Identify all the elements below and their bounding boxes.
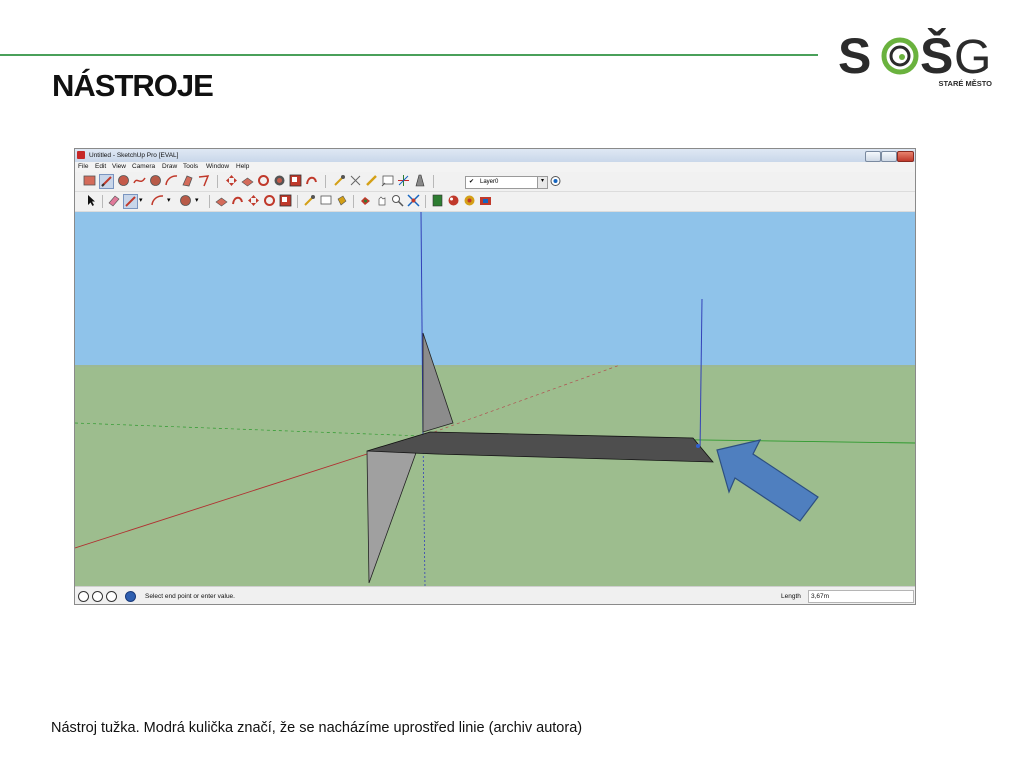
layer-manager-icon[interactable] xyxy=(549,174,562,187)
toolbar-edit: ▾ ▾ ▾ xyxy=(75,192,915,212)
shapes-icon[interactable] xyxy=(179,194,192,207)
help-icon[interactable] xyxy=(125,591,136,602)
tape-tool-icon[interactable] xyxy=(303,194,316,207)
shapes-dropdown-chevron-icon[interactable]: ▾ xyxy=(195,196,208,209)
scale-tool-icon[interactable] xyxy=(279,194,292,207)
rotate-icon[interactable] xyxy=(257,174,270,187)
window-title: Untitled - SketchUp Pro [EVAL] xyxy=(89,152,179,159)
materials-icon[interactable] xyxy=(447,194,460,207)
title-bar: Untitled - SketchUp Pro [EVAL] xyxy=(75,149,915,162)
slide-caption: Nástroj tužka. Modrá kulička značí, že s… xyxy=(51,720,583,736)
styles-icon[interactable] xyxy=(463,194,476,207)
layer-select[interactable]: ✔ Layer0 xyxy=(465,176,543,189)
pencil-icon[interactable] xyxy=(99,174,114,189)
layer-name: Layer0 xyxy=(480,179,499,185)
layer-dropdown-button[interactable]: ▾ xyxy=(537,176,548,189)
text-icon[interactable] xyxy=(381,174,394,187)
3d-text-icon[interactable] xyxy=(413,174,426,187)
menu-window[interactable]: Window xyxy=(206,163,229,170)
midpoint-marker xyxy=(696,444,700,448)
rectangle-icon[interactable] xyxy=(83,174,96,187)
zoom-extents-icon[interactable] xyxy=(407,194,420,207)
status-bar: Select end point or enter value. Length … xyxy=(75,586,915,604)
protractor-icon[interactable] xyxy=(365,174,378,187)
logo-letter-g: G xyxy=(954,31,991,84)
warehouse-icon[interactable] xyxy=(479,194,492,207)
move-tool-icon[interactable] xyxy=(215,194,228,207)
minimize-button[interactable] xyxy=(865,151,881,162)
logo-subtitle: STARÉ MĚSTO xyxy=(939,79,993,88)
menu-help[interactable]: Help xyxy=(236,163,249,170)
menu-bar: File Edit View Camera Draw Tools Window … xyxy=(75,162,915,172)
axes-icon[interactable] xyxy=(397,174,410,187)
layer-check-icon: ✔ xyxy=(469,179,475,185)
maximize-button[interactable] xyxy=(881,151,897,162)
followme-icon[interactable] xyxy=(197,174,210,187)
menu-edit[interactable]: Edit xyxy=(95,163,106,170)
tape-measure-icon[interactable] xyxy=(333,174,346,187)
move-arrows-icon[interactable] xyxy=(247,194,260,207)
arc-icon[interactable] xyxy=(165,174,178,187)
freehand-icon[interactable] xyxy=(133,174,146,187)
measurement-value: 3,67m xyxy=(811,593,830,600)
slide-title: NÁSTROJE xyxy=(52,68,214,103)
menu-view[interactable]: View xyxy=(112,163,126,170)
eraser-icon[interactable] xyxy=(107,194,120,207)
zoom-icon[interactable] xyxy=(391,194,404,207)
close-button[interactable] xyxy=(897,151,914,162)
followme-tool-icon[interactable] xyxy=(305,174,318,187)
ground xyxy=(75,365,915,586)
school-logo: S Š G STARÉ MĚSTO xyxy=(838,27,993,88)
components-icon[interactable] xyxy=(431,194,444,207)
header-rule xyxy=(0,54,818,56)
measurement-input[interactable]: 3,67m xyxy=(808,590,914,603)
pushpull-tool-icon[interactable] xyxy=(241,174,254,187)
menu-tools[interactable]: Tools xyxy=(183,163,198,170)
pan-icon[interactable] xyxy=(375,194,388,207)
user-icon[interactable] xyxy=(106,591,117,602)
rotate-tool-icon[interactable] xyxy=(231,194,244,207)
credits-icon[interactable] xyxy=(92,591,103,602)
menu-camera[interactable]: Camera xyxy=(132,163,155,170)
arc-tool-icon[interactable] xyxy=(151,194,164,207)
geo-location-icon[interactable] xyxy=(78,591,89,602)
offset-icon[interactable] xyxy=(273,174,286,187)
menu-file[interactable]: File xyxy=(78,163,88,170)
pencil-active-icon[interactable] xyxy=(123,194,138,209)
paint-bucket-icon[interactable] xyxy=(335,194,348,207)
select-icon[interactable] xyxy=(85,194,98,207)
scale-icon[interactable] xyxy=(289,174,302,187)
toolbar-drawing: ✔ Layer0 ▾ xyxy=(75,172,915,192)
pushpull-icon[interactable] xyxy=(181,174,194,187)
logo-letter-s: S xyxy=(838,28,871,84)
sketchup-window: Untitled - SketchUp Pro [EVAL] File Edit… xyxy=(74,148,916,605)
3d-viewport[interactable] xyxy=(75,212,915,586)
dimension-icon[interactable] xyxy=(349,174,362,187)
orbit-icon[interactable] xyxy=(359,194,372,207)
sketchup-app-icon xyxy=(77,151,85,159)
text-tool-icon[interactable] xyxy=(319,194,332,207)
orbit-tool-icon[interactable] xyxy=(263,194,276,207)
measurement-label: Length xyxy=(781,593,801,600)
circle-icon[interactable] xyxy=(117,174,130,187)
logo-letter-s-caron: Š xyxy=(920,27,953,84)
polygon-icon[interactable] xyxy=(149,174,162,187)
move-icon[interactable] xyxy=(225,174,238,187)
menu-draw[interactable]: Draw xyxy=(162,163,177,170)
status-hint: Select end point or enter value. xyxy=(145,593,235,600)
